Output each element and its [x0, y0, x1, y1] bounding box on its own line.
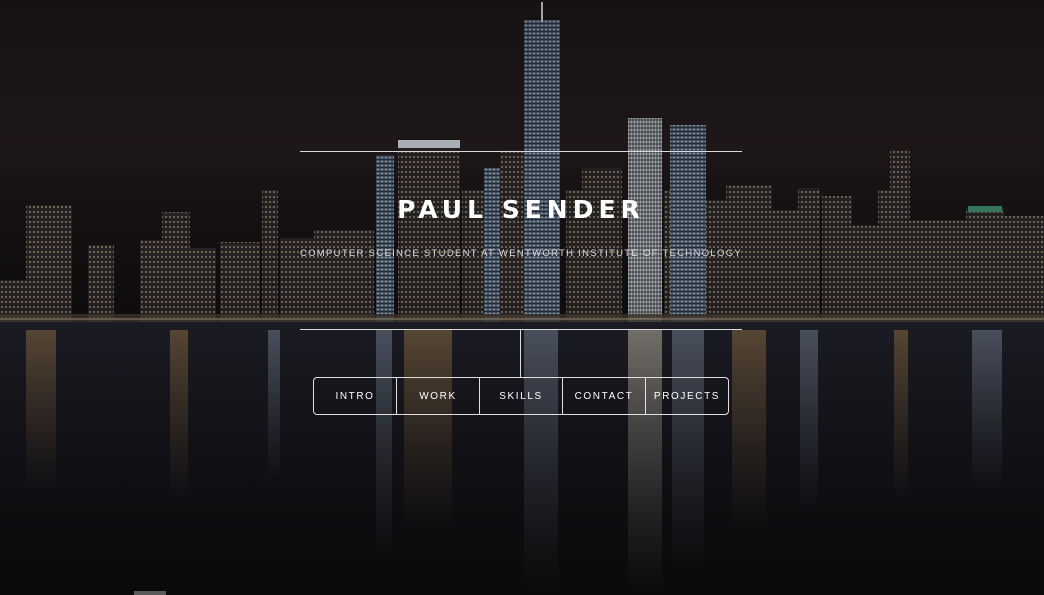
page-subtitle: COMPUTER SCEINCE STUDENT AT WENTWORTH IN…	[299, 248, 743, 259]
nav-item-skills[interactable]: SKILLS	[479, 378, 562, 414]
nav-connector-line	[520, 330, 521, 377]
nav-item-intro[interactable]: INTRO	[314, 378, 396, 414]
top-divider	[300, 151, 742, 152]
bottom-tab-marker	[134, 591, 166, 595]
bottom-divider	[300, 329, 742, 330]
nav-item-work[interactable]: WORK	[396, 378, 479, 414]
nav-item-contact[interactable]: CONTACT	[562, 378, 645, 414]
nav-item-projects[interactable]: PROJECTS	[645, 378, 728, 414]
page: PAUL SENDER COMPUTER SCEINCE STUDENT AT …	[0, 0, 1044, 595]
hero-header: PAUL SENDER COMPUTER SCEINCE STUDENT AT …	[300, 151, 742, 330]
page-title: PAUL SENDER	[397, 195, 645, 224]
main-nav: INTRO WORK SKILLS CONTACT PROJECTS	[313, 377, 729, 415]
